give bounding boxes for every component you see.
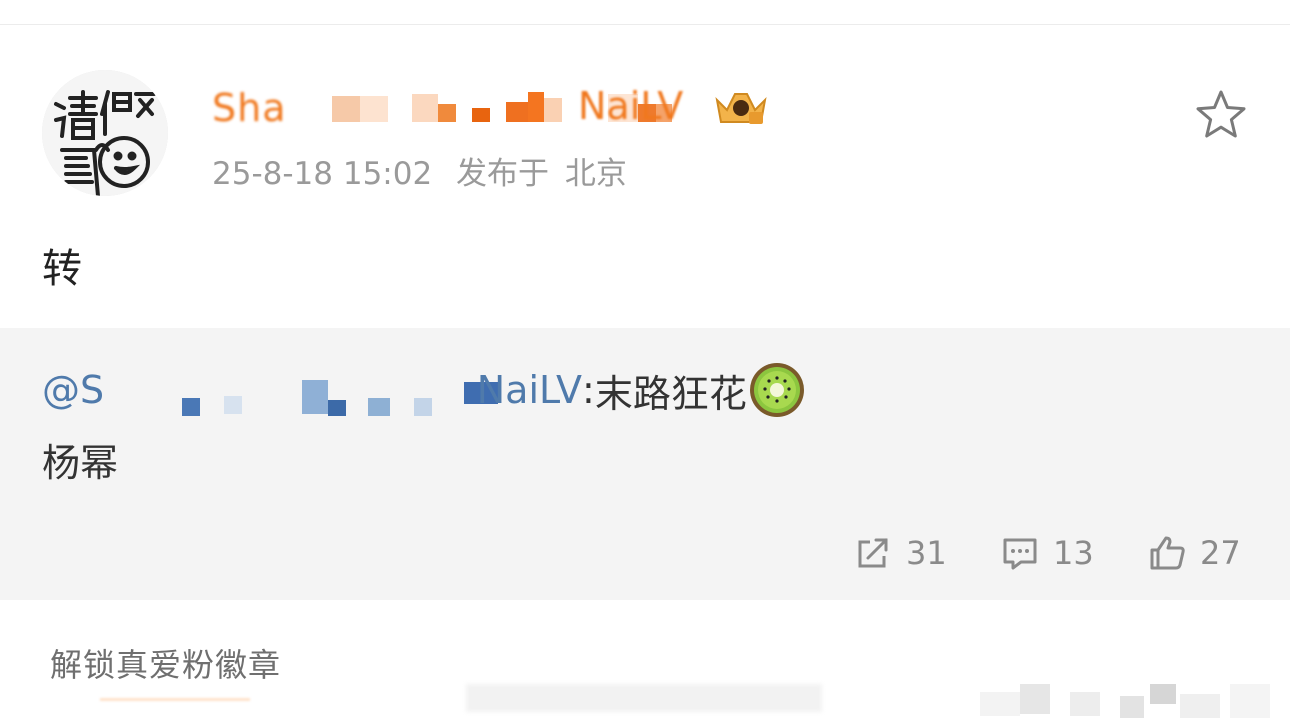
vip-crown-badge-icon <box>715 93 767 124</box>
like-count: 27 <box>1200 534 1241 572</box>
obscured-region <box>466 684 822 712</box>
star-icon <box>1196 90 1246 138</box>
tab-indicator <box>100 698 250 701</box>
top-divider <box>0 24 1290 25</box>
like-button[interactable]: 27 <box>1148 528 1241 578</box>
post-meta: 25-8-18 15:02 发布于 北京 <box>212 148 627 193</box>
unlock-badge-tab[interactable]: 解锁真爱粉徽章 <box>50 640 281 686</box>
repost-content: 末路狂花 <box>594 371 747 416</box>
comment-icon <box>1003 538 1037 570</box>
favorite-button[interactable] <box>1194 88 1248 142</box>
thumbs-up-icon <box>1150 536 1185 570</box>
share-icon <box>858 538 888 568</box>
comment-button[interactable]: 13 <box>1001 528 1094 578</box>
post-text: 转 <box>42 246 82 292</box>
username-tail: NaiLV <box>578 84 684 128</box>
username-text: Sha <box>212 86 287 130</box>
avatar-drawing-icon <box>42 70 168 196</box>
repost-separator: : <box>582 368 595 412</box>
share-button[interactable]: 31 <box>854 528 947 578</box>
kiwi-emoji-icon <box>749 363 804 417</box>
mention-prefix: @S <box>42 368 105 412</box>
mention-tail: NaiLV <box>476 368 582 412</box>
repost-second-line: 杨幂 <box>42 441 119 485</box>
share-count: 31 <box>906 534 947 572</box>
location: 北京 <box>564 156 627 192</box>
avatar[interactable] <box>42 70 168 196</box>
mention-link[interactable]: @S NaiLV <box>42 368 582 416</box>
mention-mosaic <box>114 374 514 416</box>
username[interactable]: Sha NaiLV <box>212 84 752 132</box>
obscured-region-2 <box>980 684 1280 720</box>
location-prefix: 发布于 <box>456 156 550 192</box>
comment-count: 13 <box>1053 534 1094 572</box>
timestamp: 25-8-18 15:02 <box>212 156 433 192</box>
repost-line-1: @S NaiLV : 末路狂花 <box>42 363 805 417</box>
